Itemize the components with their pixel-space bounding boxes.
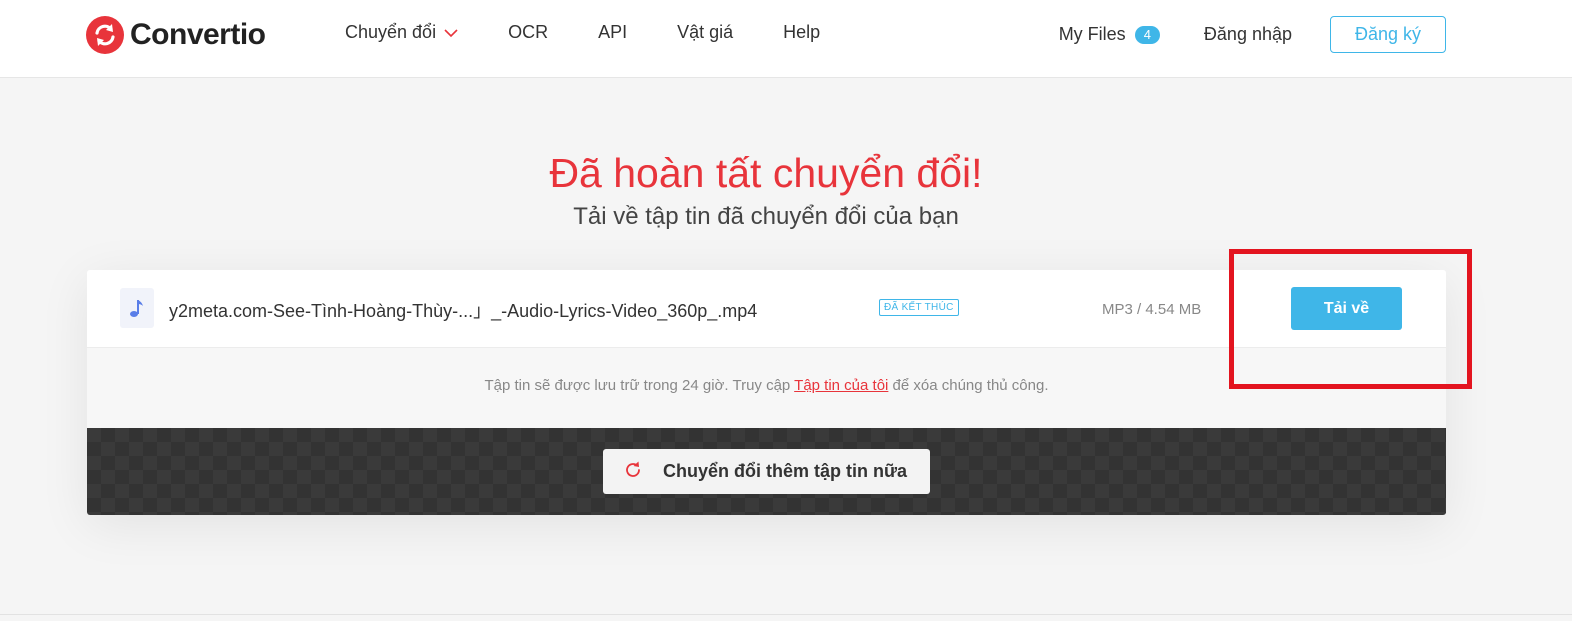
nav-item-convert[interactable]: Chuyển đổi <box>345 22 458 43</box>
nav-item-label: API <box>598 22 628 42</box>
page-subtitle: Tải về tập tin đã chuyển đổi của bạn <box>573 203 959 230</box>
nav-item-pricing[interactable]: Vật giá <box>677 22 733 43</box>
divider <box>0 614 1572 615</box>
status-badge: ĐÃ KẾT THÚC <box>879 299 959 316</box>
storage-note-text-end: để xóa chúng thủ công. <box>888 377 1049 394</box>
my-files-link[interactable]: My Files 4 <box>1059 24 1160 45</box>
file-name: y2meta.com-See-Tình-Hoàng-Thùy-...」_-Aud… <box>169 301 758 321</box>
logo[interactable]: Convertio <box>86 15 266 55</box>
account-nav: My Files 4 Đăng nhập Đăng ký <box>1059 16 1446 53</box>
header: Convertio Chuyển đổi OCR API Vật giá Hel… <box>0 0 1572 78</box>
nav-item-label: Vật giá <box>677 22 734 42</box>
highlight-annotation-box <box>1229 249 1472 389</box>
nav-item-api[interactable]: API <box>598 22 627 43</box>
music-note-icon <box>120 288 154 328</box>
my-files-label: My Files <box>1058 24 1126 44</box>
refresh-icon <box>623 460 643 483</box>
file-format-size: MP3 / 4.54 MB <box>1102 301 1202 318</box>
my-files-note-link[interactable]: Tập tin của tôi <box>794 377 888 394</box>
nav-item-ocr[interactable]: OCR <box>508 22 548 43</box>
nav-item-label: Chuyển đổi <box>345 22 437 42</box>
nav-item-label: OCR <box>508 22 549 42</box>
brand-name: Convertio <box>130 18 266 51</box>
login-link[interactable]: Đăng nhập <box>1204 24 1292 45</box>
convert-more-label: Chuyển đổi thêm tập tin nữa <box>663 461 908 481</box>
storage-note-text: Tập tin sẽ được lưu trữ trong 24 giờ. Tr… <box>484 377 795 394</box>
page-title: Đã hoàn tất chuyển đổi! <box>549 150 983 196</box>
signup-button[interactable]: Đăng ký <box>1330 16 1446 53</box>
convertio-logo-icon <box>86 16 124 54</box>
convert-more-bar: Chuyển đổi thêm tập tin nữa <box>87 428 1446 515</box>
main-nav: Chuyển đổi OCR API Vật giá Help <box>345 22 870 43</box>
chevron-down-icon <box>444 22 458 43</box>
convert-more-button[interactable]: Chuyển đổi thêm tập tin nữa <box>603 449 930 494</box>
nav-item-label: Help <box>783 22 821 42</box>
nav-item-help[interactable]: Help <box>783 22 820 43</box>
my-files-count-badge: 4 <box>1134 25 1160 44</box>
